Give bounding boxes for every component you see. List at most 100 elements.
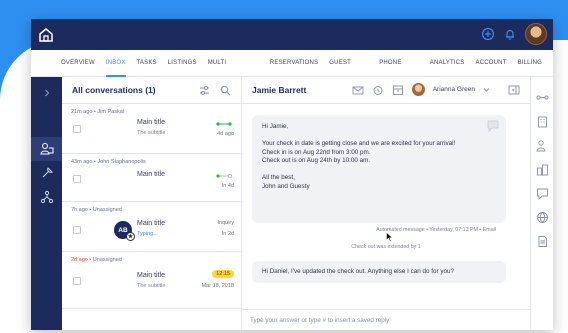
nav-analytics[interactable]: ANALYTICS <box>430 50 465 77</box>
right-rail <box>530 77 553 330</box>
guest-avatar: AB ★ <box>114 221 135 241</box>
nav-account[interactable]: ACCOUNT <box>476 50 507 77</box>
conversation-date: Mar 18, 2018 <box>201 283 234 289</box>
reply-bar <box>242 309 530 330</box>
document-icon[interactable] <box>536 235 549 248</box>
nav-multi-calendar[interactable]: MULTI CALENDAR <box>208 50 259 93</box>
message-line <box>262 166 496 175</box>
conversation-title: Main title <box>137 272 166 279</box>
automated-message-icon <box>487 120 499 132</box>
conversation-checkbox[interactable] <box>73 277 81 285</box>
conversation-checkbox[interactable] <box>73 175 81 183</box>
nav-overview[interactable]: OVERVIEW <box>61 50 95 77</box>
message-line: All the best, <box>262 174 295 181</box>
message-bubble: Hi Jamie, Your check in date is getting … <box>252 115 506 223</box>
conversation-title: Main title <box>137 119 166 126</box>
user-avatar[interactable] <box>525 23 547 45</box>
mail-icon[interactable] <box>352 84 364 96</box>
chat-header: Jamie Barrett Arianna Green <box>242 77 530 104</box>
conversation-subtitle: The subtitle <box>137 130 166 136</box>
archive-icon[interactable] <box>392 84 404 96</box>
star-icon: ★ <box>126 232 135 241</box>
conversation-title: Main title <box>137 171 166 178</box>
app-window: OVERVIEW INBOX TASKS LISTINGS MULTI CALE… <box>31 19 553 330</box>
status-online-icon <box>216 122 232 126</box>
assignee-name[interactable]: Arianna Green <box>433 86 475 93</box>
guest-name: Jamie Barrett <box>252 85 307 95</box>
building-icon[interactable] <box>536 115 549 128</box>
conversation-item[interactable]: 43m ago • John Staphanopolis Main title … <box>62 154 242 202</box>
mouse-cursor-icon <box>386 232 393 242</box>
conversation-item[interactable]: 2d ago • Unassigned Main title The subti… <box>62 252 242 309</box>
chat-actions: Arianna Green <box>352 83 520 96</box>
due-time: 2d ago <box>71 257 88 263</box>
nav-phone-book[interactable]: PHONE BOOK <box>379 50 419 93</box>
conversation-checkbox[interactable] <box>73 226 81 234</box>
conversation-list-title: All conversations (1) <box>72 85 156 95</box>
chevron-right-icon <box>44 89 49 97</box>
conversation-item[interactable]: 7h ago • Unassigned AB ★ Main title Typi… <box>62 202 242 252</box>
conversation-list: All conversations (1) 21m ago • Jim Pask… <box>62 77 242 330</box>
top-bar <box>31 19 553 50</box>
nav-guest-book[interactable]: GUEST BOOK <box>329 50 368 93</box>
typing-indicator: Typing... <box>137 231 158 237</box>
guest-icon <box>39 143 53 155</box>
nav-billing[interactable]: BILLING <box>518 50 542 77</box>
top-right-tools <box>481 23 547 45</box>
guest-profile-icon[interactable] <box>536 139 549 152</box>
conversation-meta: 21m ago • Jim Paskal <box>71 109 124 115</box>
message-line: Your check in date is getting close and … <box>262 140 456 147</box>
assignee-text: • Unassigned <box>87 257 122 263</box>
conversation-title: Main title <box>137 220 166 227</box>
system-event: Check out was extended by 1 <box>351 244 421 250</box>
chat-panel: Jamie Barrett Arianna Green Hi Jamie, Yo… <box>242 77 530 330</box>
chevron-down-icon[interactable] <box>483 86 490 93</box>
alarm-icon[interactable] <box>372 84 384 96</box>
conversation-meta: 7h ago • Unassigned <box>71 207 122 213</box>
connection-icon[interactable] <box>536 91 549 104</box>
message-line: Check out is on Aug 24th by 10:00 am. <box>262 157 371 164</box>
home-icon[interactable] <box>37 26 55 44</box>
conversation-time: 4d ago <box>217 131 234 137</box>
message-bubble: Hi Daniel, I've updated the check out. A… <box>252 261 506 283</box>
bell-icon[interactable] <box>503 27 517 41</box>
wrench-icon <box>42 167 53 178</box>
conversation-subtitle: The subtitle <box>137 283 166 289</box>
nav-reservations[interactable]: RESERVATIONS <box>270 50 318 77</box>
conversation-list-header: All conversations (1) <box>62 77 241 104</box>
nav-inbox[interactable]: INBOX <box>105 50 126 77</box>
conversation-status: Inquiry <box>217 220 234 226</box>
conversation-meta: 2d ago • Unassigned <box>71 257 122 263</box>
status-partial-icon <box>216 174 232 178</box>
nav-listings[interactable]: LISTINGS <box>168 50 197 77</box>
rail-tools-button[interactable] <box>31 161 62 185</box>
listing-icon[interactable] <box>536 163 549 176</box>
collapse-button[interactable] <box>31 81 62 105</box>
nav-tasks[interactable]: TASKS <box>137 50 157 77</box>
conversation-checkbox[interactable] <box>73 125 81 133</box>
left-rail <box>31 77 62 330</box>
add-icon[interactable] <box>481 27 495 41</box>
message-line: John and Guesty <box>262 182 310 190</box>
reply-input[interactable] <box>250 316 520 324</box>
time-badge: 12:15 <box>212 270 234 278</box>
assignee-avatar <box>411 83 425 96</box>
conversation-time: In 2d <box>221 231 234 237</box>
rail-network-button[interactable] <box>31 185 62 209</box>
conversation-time: In 4d <box>221 183 234 189</box>
message-line: Check in is on Aug 22nd from 3:00 pm. <box>262 148 371 156</box>
message-meta: Automated message • Yesterday, 07:13 PM … <box>376 227 496 233</box>
globe-icon[interactable] <box>536 211 549 224</box>
message-text: Hi Daniel, I've updated the check out. A… <box>262 268 454 275</box>
network-icon <box>40 190 53 204</box>
saved-replies-icon[interactable] <box>536 187 549 200</box>
message-line <box>262 132 496 141</box>
rail-inbox-button[interactable] <box>31 137 62 161</box>
search-icon[interactable] <box>220 85 231 96</box>
filter-icon[interactable] <box>199 85 210 96</box>
conversation-meta: 43m ago • John Staphanopolis <box>71 159 146 165</box>
main-nav: OVERVIEW INBOX TASKS LISTINGS MULTI CALE… <box>31 50 553 93</box>
panel-toggle-icon[interactable] <box>508 84 520 96</box>
conversation-tools <box>199 85 231 96</box>
conversation-item[interactable]: 21m ago • Jim Paskal Main title The subt… <box>62 104 242 154</box>
